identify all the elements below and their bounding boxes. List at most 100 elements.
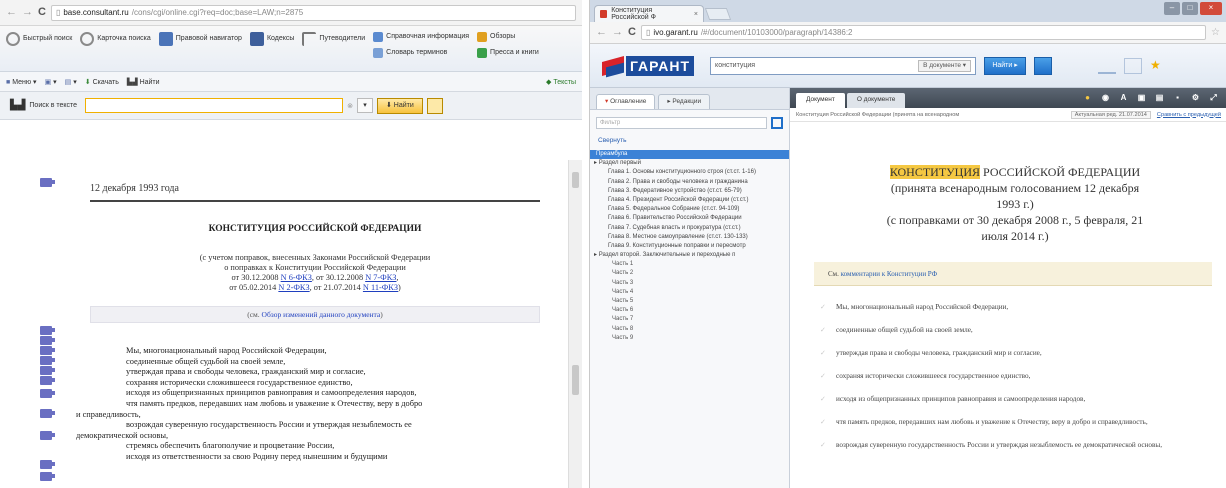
quick-search-button[interactable]: Быстрый поиск	[6, 32, 72, 46]
toc-item[interactable]: Глава 4. Президент Российской Федерации …	[590, 196, 789, 205]
reload-icon[interactable]: C	[38, 7, 46, 18]
toc-item[interactable]: Часть 6	[590, 306, 789, 315]
toc-item[interactable]: ▸ Раздел первый	[590, 159, 789, 168]
toc-filter-input[interactable]: Фильтр	[596, 117, 767, 129]
commentary-link[interactable]: комментарии к Конституции РФ	[841, 270, 938, 278]
bookmark-icon[interactable]	[40, 472, 55, 481]
amendment-link[interactable]: N 7-ФКЗ	[365, 273, 396, 282]
bookmark-icon[interactable]	[40, 178, 55, 187]
browser-tab[interactable]: Конституция Российской Ф ×	[594, 5, 704, 22]
back-icon[interactable]: ←	[6, 7, 17, 18]
toc-item[interactable]: Часть 7	[590, 315, 789, 324]
print-icon[interactable]: ▤	[1154, 92, 1165, 103]
print-button[interactable]: ▤ ▾	[65, 78, 77, 86]
toc-item[interactable]: Часть 1	[590, 260, 789, 269]
texts-button[interactable]: ◆ Тексты	[546, 78, 576, 86]
context-search-button[interactable]	[426, 97, 443, 114]
clear-icon[interactable]: ⊗	[347, 102, 353, 110]
new-tab-button[interactable]	[704, 8, 732, 20]
reload-icon[interactable]: C	[628, 27, 636, 38]
find-toolbar-button[interactable]: ▙▟ Найти	[127, 78, 160, 86]
settings-icon[interactable]: ⚙	[1190, 92, 1201, 103]
amendment-link[interactable]: N 6-ФКЗ	[281, 273, 312, 282]
toc-item[interactable]: Часть 5	[590, 297, 789, 306]
codes-button[interactable]: Кодексы	[249, 32, 294, 46]
star-icon[interactable]: ★	[1150, 58, 1168, 74]
compare-link[interactable]: Сравнить с предыдущей	[1157, 112, 1221, 118]
find-button[interactable]: ⬇ Найти	[376, 97, 423, 114]
close-window-icon[interactable]: ×	[1200, 2, 1222, 15]
font-size-icon[interactable]: A	[1118, 92, 1129, 103]
extended-search-button[interactable]	[1034, 56, 1053, 75]
forward-icon[interactable]: →	[612, 27, 623, 38]
scroll-thumb[interactable]	[572, 365, 579, 395]
vertical-scrollbar[interactable]	[568, 160, 582, 488]
search-history-dropdown[interactable]: ▾	[356, 98, 373, 113]
bookmark-icon[interactable]	[40, 460, 55, 469]
bookmark-icon[interactable]	[40, 376, 55, 385]
bookmark-icon[interactable]	[40, 336, 55, 345]
search-input[interactable]	[85, 98, 344, 113]
save-icon[interactable]: ▣	[1136, 92, 1147, 103]
reference-info-button[interactable]: Справочная информация	[373, 32, 469, 42]
edition-selector[interactable]: Актуальная ред. 21.07.2014	[1070, 110, 1151, 119]
tab-editions[interactable]: ▸ Редакции	[658, 94, 711, 109]
lightbulb-icon[interactable]: ●	[1082, 92, 1093, 103]
tab-contents[interactable]: ▾ Оглавление	[596, 94, 656, 109]
download-button[interactable]: ⬇ Скачать	[85, 78, 119, 86]
chart-icon[interactable]	[1098, 58, 1117, 74]
bookmark-icon[interactable]	[40, 356, 55, 365]
toc-item[interactable]: Часть 8	[590, 325, 789, 334]
fullscreen-icon[interactable]: ⤢	[1208, 92, 1219, 103]
toc-item[interactable]: Часть 4	[590, 288, 789, 297]
bookmark-star-icon[interactable]: ☆	[1211, 27, 1220, 38]
bookmark-icon[interactable]	[40, 431, 55, 440]
garant-logo[interactable]: ГАРАНТ	[602, 55, 695, 77]
url-field[interactable]: ▯ base.consultant.ru/cons/cgi/online.cgi…	[50, 4, 576, 21]
toc-item[interactable]: Глава 8. Местное самоуправление (ст.ст. …	[590, 233, 789, 242]
find-button[interactable]: Найти ▸	[984, 56, 1027, 75]
minimize-icon[interactable]: –	[1164, 2, 1180, 15]
close-tab-icon[interactable]: ×	[694, 11, 698, 18]
forward-icon[interactable]: →	[22, 7, 33, 18]
toc-item[interactable]: Глава 5. Федеральное Собрание (ст.ст. 94…	[590, 205, 789, 214]
toc-item[interactable]: Глава 3. Федеративное устройство (ст.ст.…	[590, 187, 789, 196]
toc-item[interactable]: Часть 3	[590, 279, 789, 288]
changes-review-link[interactable]: Обзор изменений данного документа	[262, 310, 381, 319]
expand-icon[interactable]	[771, 117, 783, 129]
bookmark-icon[interactable]	[40, 389, 55, 398]
press-books-button[interactable]: Пресса и книги	[477, 48, 539, 58]
reviews-button[interactable]: Обзоры	[477, 32, 539, 42]
tab-about-document[interactable]: О документе	[846, 93, 906, 108]
tab-document[interactable]: Документ	[796, 93, 845, 108]
collapse-link[interactable]: Свернуть	[598, 137, 781, 144]
bookmark-icon[interactable]	[40, 409, 55, 418]
search-input[interactable]: конституция В документе ▾	[710, 56, 977, 75]
url-field[interactable]: ▯ ivo.garant.ru/#/document/10103000/para…	[640, 25, 1207, 40]
toc-item[interactable]: Преамбула	[590, 150, 789, 160]
save-button[interactable]: ▣ ▾	[45, 78, 57, 86]
scroll-thumb[interactable]	[572, 172, 579, 188]
toc-item[interactable]: ▸ Раздел второй. Заключительные и перехо…	[590, 251, 789, 260]
amendment-link[interactable]: N 11-ФКЗ	[363, 283, 398, 292]
toc-item[interactable]: Глава 1. Основы конституционного строя (…	[590, 168, 789, 177]
search-scope-dropdown[interactable]: В документе ▾	[918, 59, 972, 72]
toc-item[interactable]: Глава 2. Права и свободы человека и граж…	[590, 178, 789, 187]
amendment-link[interactable]: N 2-ФКЗ	[278, 283, 309, 292]
legal-navigator-button[interactable]: Правовой навигатор	[158, 32, 242, 46]
search-card-button[interactable]: Карточка поиска	[80, 32, 151, 46]
news-icon[interactable]	[1124, 57, 1143, 74]
toc-item[interactable]: Часть 2	[590, 269, 789, 278]
export-icon[interactable]: ▪	[1172, 92, 1183, 103]
toc-item[interactable]: Глава 9. Конституционные поправки и пере…	[590, 242, 789, 251]
toc-item[interactable]: Часть 9	[590, 334, 789, 343]
eye-icon[interactable]: ◉	[1100, 92, 1111, 103]
maximize-icon[interactable]: □	[1182, 2, 1198, 15]
back-icon[interactable]: ←	[596, 27, 607, 38]
toc-item[interactable]: Глава 7. Судебная власть и прокуратура (…	[590, 224, 789, 233]
guides-button[interactable]: Путеводители	[302, 32, 365, 46]
bookmark-icon[interactable]	[40, 366, 55, 375]
menu-button[interactable]: ■ Меню ▾	[6, 78, 37, 86]
toc-item[interactable]: Глава 6. Правительство Российской Федера…	[590, 214, 789, 223]
glossary-button[interactable]: Словарь терминов	[373, 48, 469, 58]
